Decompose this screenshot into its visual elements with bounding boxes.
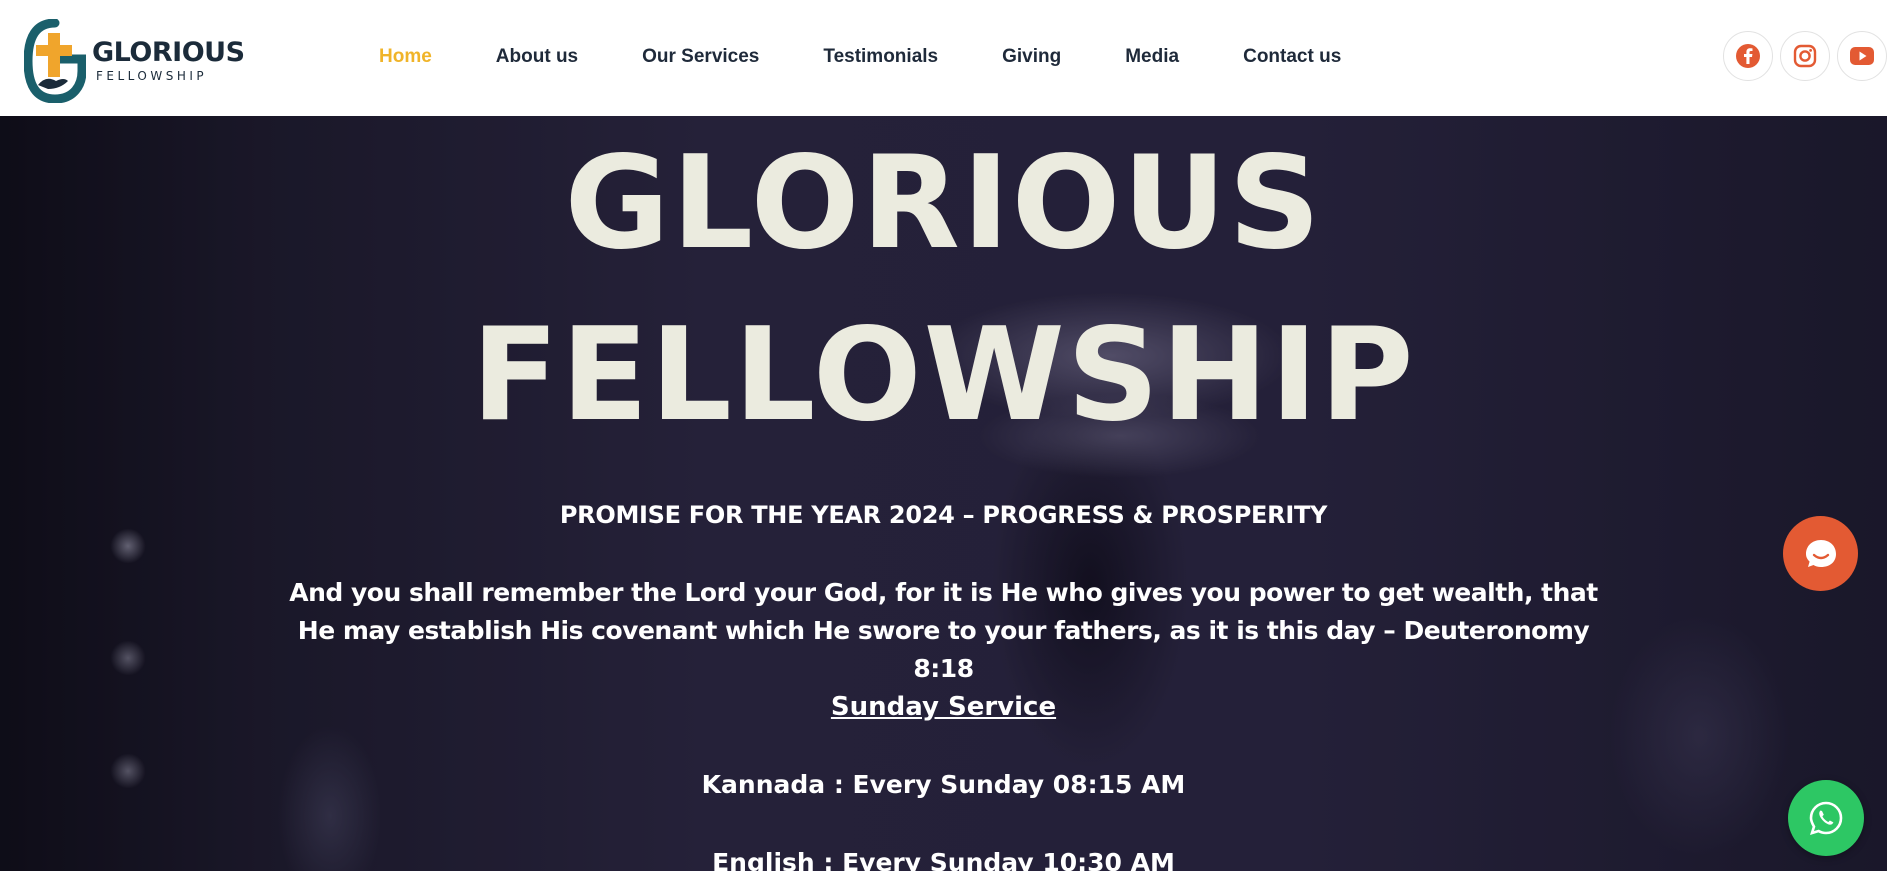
youtube-button[interactable] (1837, 31, 1887, 81)
logo-title: GLORIOUS (92, 37, 245, 68)
hero-title-line1: GLORIOUS (564, 129, 1323, 278)
logo-cross-icon (23, 18, 87, 104)
facebook-icon (1736, 44, 1760, 68)
chat-button[interactable] (1783, 516, 1858, 591)
instagram-icon (1793, 44, 1817, 68)
youtube-icon (1850, 47, 1874, 65)
promise-heading: PROMISE FOR THE YEAR 2024 – PROGRESS & P… (559, 501, 1328, 529)
nav-testimonials[interactable]: Testimonials (823, 46, 938, 68)
sunday-service-label: Sunday Service (830, 692, 1057, 722)
nav-home[interactable]: Home (379, 46, 432, 68)
hero-section: GLORIOUS FELLOWSHIP PROMISE FOR THE YEAR… (0, 116, 1887, 871)
site-header: GLORIOUS FELLOWSHIP Home About us Our Se… (0, 0, 1887, 116)
nav-about-us[interactable]: About us (496, 46, 578, 68)
nav-contact-us[interactable]: Contact us (1243, 46, 1341, 68)
nav-media[interactable]: Media (1125, 46, 1179, 68)
hero-title-line2: FELLOWSHIP (471, 301, 1416, 450)
logo-subtitle: FELLOWSHIP (96, 69, 208, 83)
site-logo[interactable]: GLORIOUS FELLOWSHIP (23, 18, 245, 104)
instagram-button[interactable] (1780, 31, 1830, 81)
nav-giving[interactable]: Giving (1002, 46, 1061, 68)
nav-our-services[interactable]: Our Services (642, 46, 759, 68)
scripture-verse: And you shall remember the Lord your God… (289, 578, 1598, 683)
main-nav: Home About us Our Services Testimonials … (379, 44, 1341, 70)
chat-bubble-icon (1805, 539, 1836, 567)
social-links (1716, 31, 1887, 81)
english-service-time: English : Every Sunday 10:30 AM (712, 848, 1175, 871)
kannada-service-time: Kannada : Every Sunday 08:15 AM (701, 770, 1186, 799)
facebook-button[interactable] (1723, 31, 1773, 81)
sunday-service-heading: Sunday Service (0, 690, 1887, 724)
whatsapp-icon (1809, 801, 1843, 835)
whatsapp-button[interactable] (1788, 780, 1864, 856)
